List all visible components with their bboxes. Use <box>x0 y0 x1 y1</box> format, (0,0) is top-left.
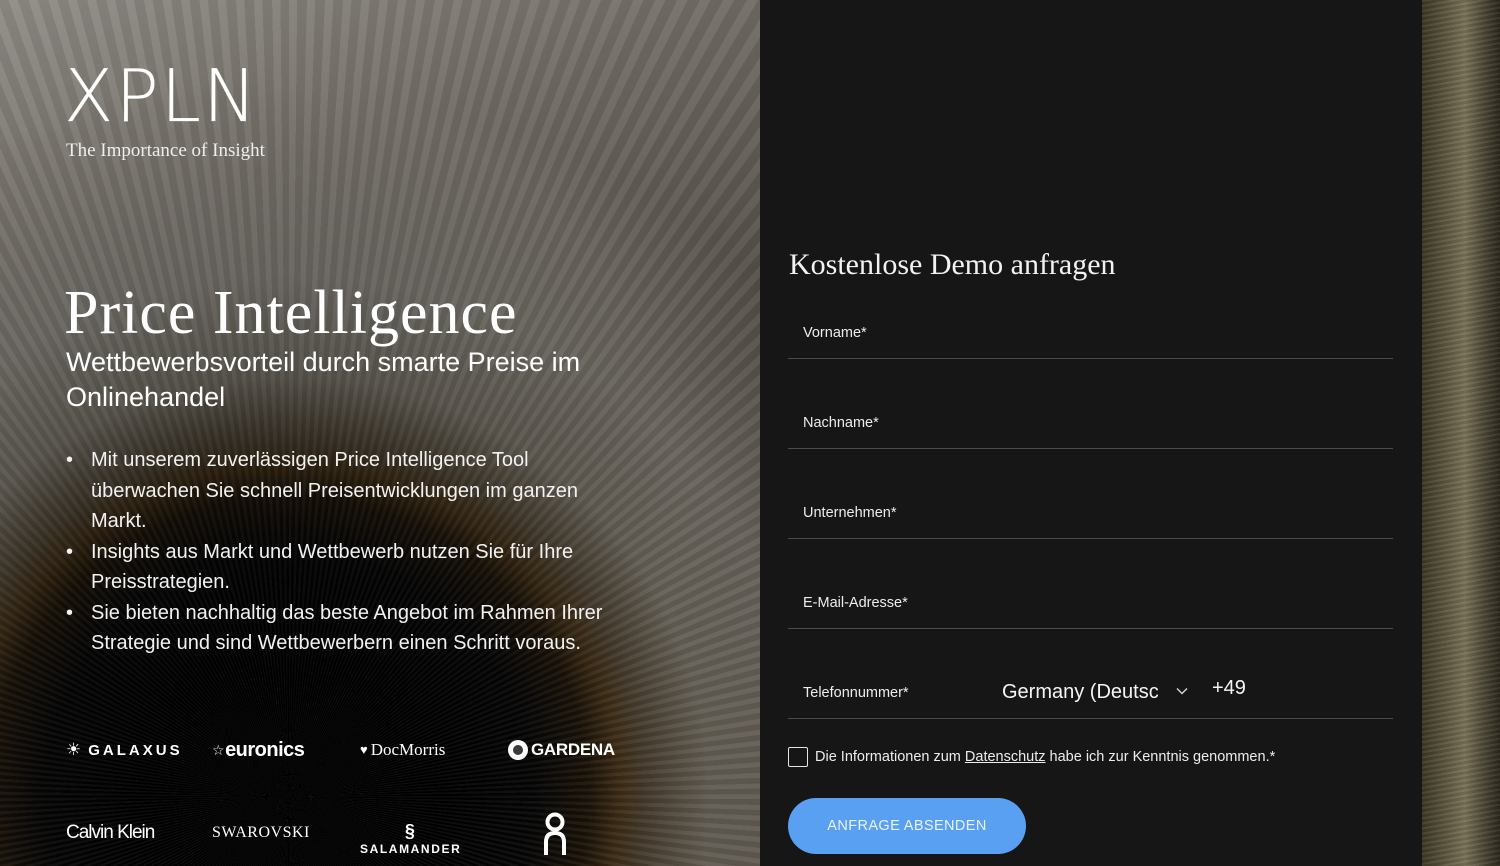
consent-text-before: Die Informationen zum <box>815 749 965 765</box>
brand-logo-swarovski: SWAROVSKI <box>212 818 310 848</box>
feature-item: Mit unserem zuverlässigen Price Intellig… <box>66 445 611 537</box>
email-field[interactable]: E-Mail-Adresse* <box>788 579 1393 629</box>
first-name-input[interactable] <box>788 309 1393 358</box>
last-name-field[interactable]: Nachname* <box>788 399 1393 449</box>
privacy-checkbox[interactable] <box>788 747 808 767</box>
phone-field[interactable]: Telefonnummer* Germany (Deutschland) +49 <box>788 669 1393 719</box>
brand-name: Calvin Klein <box>66 822 155 843</box>
heart-icon: ♥ <box>360 742 368 757</box>
brand-name: DocMorris <box>370 740 446 759</box>
sun-icon: ☀ <box>66 740 82 759</box>
brand-logo-salamander: § SALAMANDER <box>360 812 461 856</box>
feature-list: Mit unserem zuverlässigen Price Intellig… <box>66 445 611 659</box>
brand-name: euronics <box>225 738 305 761</box>
salamander-icon: § <box>404 821 417 841</box>
feature-item: Sie bieten nachhaltig das beste Angebot … <box>66 598 611 659</box>
brand-name: GARDENA <box>531 740 615 759</box>
brand-logo-on <box>543 812 567 856</box>
chevron-down-icon <box>1176 687 1188 695</box>
last-name-input[interactable] <box>788 399 1393 448</box>
privacy-consent-text: Die Informationen zum Datenschutz habe i… <box>815 749 1275 765</box>
logo-mark[interactable]: XPLN <box>64 58 259 134</box>
brand-name: SALAMANDER <box>360 842 462 856</box>
feature-item: Insights aus Markt und Wettbewerb nutzen… <box>66 537 611 598</box>
brand-logo-galaxus: ☀ GALAXUS <box>66 735 183 765</box>
on-logo-icon <box>544 812 566 855</box>
consent-text-after: habe ich zur Kenntnis genommen.* <box>1045 749 1276 765</box>
brand-logo-gardena: GARDENA <box>508 735 615 765</box>
email-input[interactable] <box>788 579 1393 628</box>
brand-logo-docmorris: ♥ DocMorris <box>360 735 445 765</box>
hero-subtitle: Wettbewerbsvorteil durch smarte Preise i… <box>66 347 581 412</box>
phone-country-value: Germany (Deutschland) <box>1002 680 1158 703</box>
company-input[interactable] <box>788 489 1393 538</box>
phone-label: Telefonnummer* <box>803 685 909 701</box>
gardena-ring-icon <box>508 740 528 760</box>
phone-country-select[interactable]: Germany (Deutschland) <box>1002 675 1192 709</box>
brand-logo-euronics: ☆ euronics <box>212 735 305 765</box>
star-icon: ☆ <box>212 741 225 758</box>
first-name-field[interactable]: Vorname* <box>788 309 1393 359</box>
background-image-strip <box>1422 0 1500 866</box>
brand-name: SWAROVSKI <box>212 824 310 841</box>
demo-form-panel: Kostenlose Demo anfragen Vorname* Nachna… <box>760 0 1422 866</box>
brand-name: GALAXUS <box>88 741 183 759</box>
brand-logo-calvin-klein: Calvin Klein <box>66 818 155 848</box>
company-field[interactable]: Unternehmen* <box>788 489 1393 539</box>
privacy-link[interactable]: Datenschutz <box>965 749 1046 765</box>
logo-tagline: The Importance of Insight <box>66 140 265 161</box>
hero-title: Price Intelligence <box>64 279 518 347</box>
privacy-consent: Die Informationen zum Datenschutz habe i… <box>788 747 1275 767</box>
submit-request-button[interactable]: ANFRAGE ABSENDEN <box>788 798 1026 854</box>
form-title: Kostenlose Demo anfragen <box>789 248 1116 281</box>
hero-panel: XPLN The Importance of Insight Price Int… <box>0 0 760 866</box>
phone-dial-code: +49 <box>1212 677 1246 699</box>
